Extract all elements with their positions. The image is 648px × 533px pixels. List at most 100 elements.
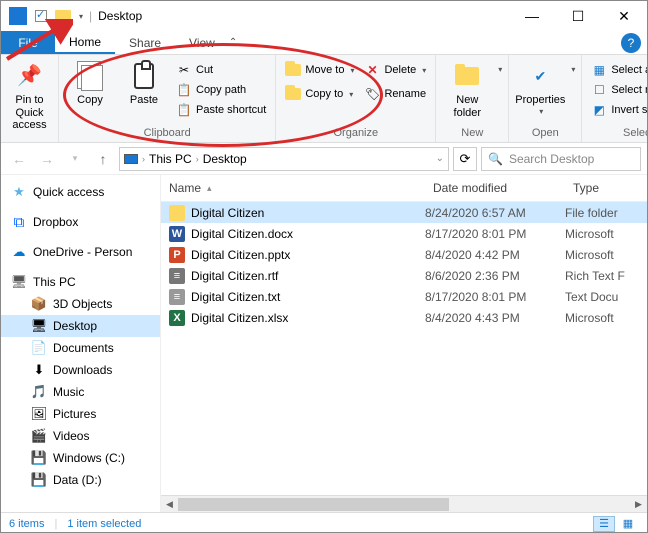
nav-icon: ⬇ [31,362,47,378]
pin-label: Pin to Quick access [7,94,52,132]
file-txt-icon: ≡ [169,289,185,305]
nav-item-documents[interactable]: 📄Documents [1,337,160,359]
new-folder-button[interactable]: New folder [442,59,492,119]
nav-this-pc[interactable]: 🖥This PC [1,271,160,293]
nav-item-music[interactable]: 🎵Music [1,381,160,403]
nav-item-videos[interactable]: 🎬Videos [1,425,160,447]
nav-item-pictures[interactable]: 🖼Pictures [1,403,160,425]
horizontal-scrollbar[interactable]: ◀ ▶ [161,495,647,512]
refresh-button[interactable]: ⟳ [453,147,477,171]
col-type[interactable]: Type [565,175,647,201]
close-button[interactable]: ✕ [601,1,647,31]
paste-shortcut-button[interactable]: 📋Paste shortcut [173,101,269,119]
file-pptx-icon: P [169,247,185,263]
help-button[interactable]: ? [621,33,641,53]
pin-icon: 📌 [17,65,42,88]
up-button[interactable]: ↑ [91,147,115,171]
cut-button[interactable]: ✂Cut [173,61,269,79]
invert-selection-button[interactable]: ◩Invert selection [588,101,648,119]
search-input[interactable]: 🔍 Search Desktop [481,147,641,171]
copy-button[interactable]: Copy [65,59,115,107]
move-to-button[interactable]: Move to▾ [282,61,357,79]
collapse-ribbon-icon[interactable]: ⌃ [229,37,241,48]
pc-icon: 🖥 [11,274,27,290]
nav-icon: 💾 [31,450,47,466]
file-row[interactable]: WDigital Citizen.docx8/17/2020 8:01 PMMi… [161,223,647,244]
pin-to-quick-access-button[interactable]: 📌 Pin to Quick access [7,59,52,132]
nav-item-downloads[interactable]: ⬇Downloads [1,359,160,381]
title-bar: ▾ | Desktop — ☐ ✕ [1,1,647,31]
tab-view[interactable]: View [175,31,229,54]
select-all-button[interactable]: ▦Select all [588,61,648,79]
scroll-right-button[interactable]: ▶ [630,496,647,513]
tab-file[interactable]: File [1,31,55,54]
nav-icon: 🎬 [31,428,47,444]
new-item-dropdown[interactable]: ▾ [498,65,502,74]
scroll-track[interactable] [178,496,630,513]
chevron-down-icon[interactable]: ⌄ [436,153,444,164]
file-type: Microsoft [565,248,647,262]
nav-onedrive[interactable]: ☁OneDrive - Person [1,241,160,263]
file-row[interactable]: ≡Digital Citizen.rtf8/6/2020 2:36 PMRich… [161,265,647,286]
nav-item-desktop[interactable]: 🖥Desktop [1,315,160,337]
delete-button[interactable]: ✕Delete▾ [361,61,429,79]
tab-home[interactable]: Home [55,31,115,54]
nav-icon: 📦 [31,296,47,312]
view-thumbs-button[interactable]: ▦ [617,516,639,532]
file-type: Text Docu [565,290,647,304]
qat-checkbox-icon[interactable] [35,10,47,22]
nav-quick-access[interactable]: ★Quick access [1,181,160,203]
tab-share[interactable]: Share [115,31,175,54]
file-row[interactable]: ≡Digital Citizen.txt8/17/2020 8:01 PMTex… [161,286,647,307]
chevron-down-icon: ▾ [350,66,354,75]
file-rtf-icon: ≡ [169,268,185,284]
main-area: ★Quick access ⧉Dropbox ☁OneDrive - Perso… [1,175,647,512]
file-row[interactable]: XDigital Citizen.xlsx8/4/2020 4:43 PMMic… [161,307,647,328]
explorer-window: ▾ | Desktop — ☐ ✕ File Home Share View ⌃… [0,0,648,533]
history-dropdown[interactable]: ▾ [63,147,87,171]
minimize-button[interactable]: — [509,1,555,31]
nav-item-3d-objects[interactable]: 📦3D Objects [1,293,160,315]
nav-item-data-d-[interactable]: 💾Data (D:) [1,469,160,491]
nav-icon: 🖥 [31,318,47,334]
file-xlsx-icon: X [169,310,185,326]
paste-button[interactable]: Paste [119,59,169,107]
maximize-button[interactable]: ☐ [555,1,601,31]
copy-path-button[interactable]: 📋Copy path [173,81,269,99]
ribbon-tabs: File Home Share View ⌃ ? [1,31,647,55]
scroll-left-button[interactable]: ◀ [161,496,178,513]
col-name[interactable]: Name▴ [161,175,425,201]
rename-button[interactable]: 🏷Rename [361,85,429,103]
shortcut-icon: 📋 [176,102,192,118]
navigation-pane[interactable]: ★Quick access ⧉Dropbox ☁OneDrive - Perso… [1,175,161,512]
chevron-down-icon: ▾ [422,66,426,75]
chevron-right-icon[interactable]: › [142,154,145,164]
chevron-right-icon[interactable]: › [196,154,199,164]
forward-button[interactable]: → [35,147,59,171]
group-select-label: Select [588,125,648,142]
nav-dropbox[interactable]: ⧉Dropbox [1,211,160,233]
file-date: 8/24/2020 6:57 AM [425,206,565,220]
properties-button[interactable]: ✔ Properties ▾ [515,59,565,116]
ribbon: 📌 Pin to Quick access Copy Paste ✂Cut 📋C [1,55,647,143]
new-folder-icon [455,67,479,85]
nav-icon: 💾 [31,472,47,488]
copy-path-icon: 📋 [176,82,192,98]
breadcrumb[interactable]: › This PC › Desktop ⌄ [119,147,449,171]
file-row[interactable]: Digital Citizen8/24/2020 6:57 AMFile fol… [161,202,647,223]
open-dropdown[interactable]: ▾ [571,65,575,74]
file-row[interactable]: PDigital Citizen.pptx8/4/2020 4:42 PMMic… [161,244,647,265]
view-details-button[interactable]: ☰ [593,516,615,532]
select-none-button[interactable]: ☐Select none [588,81,648,99]
breadcrumb-thispc[interactable]: This PC [149,152,192,166]
nav-item-windows-c-[interactable]: 💾Windows (C:) [1,447,160,469]
back-button[interactable]: ← [7,147,31,171]
col-date[interactable]: Date modified [425,175,565,201]
breadcrumb-desktop[interactable]: Desktop [203,152,247,166]
copy-to-button[interactable]: Copy to▾ [282,85,357,103]
file-name: Digital Citizen.xlsx [191,311,288,325]
scroll-thumb[interactable] [178,498,449,511]
file-list[interactable]: Digital Citizen8/24/2020 6:57 AMFile fol… [161,202,647,495]
cloud-icon: ☁ [11,244,27,260]
file-name: Digital Citizen.docx [191,227,293,241]
